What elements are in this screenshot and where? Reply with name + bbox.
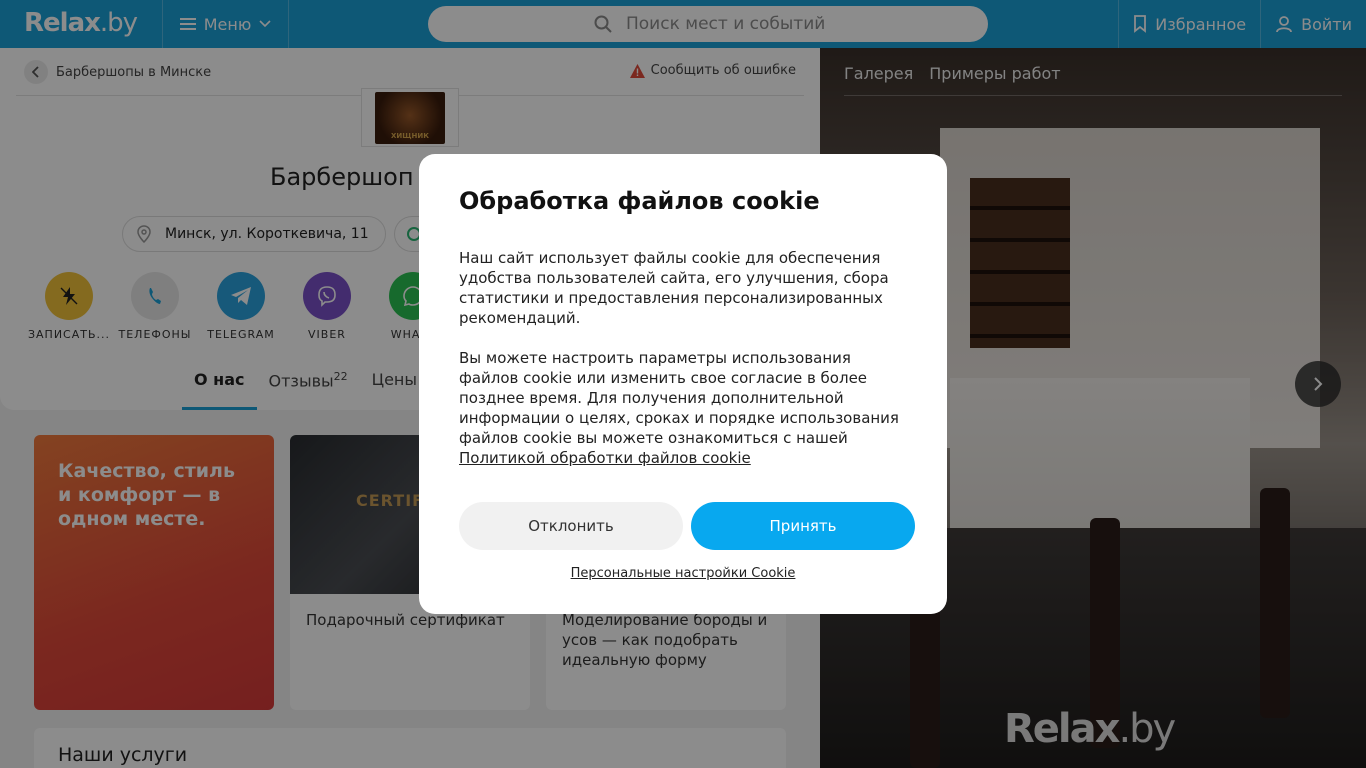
accept-button[interactable]: Принять bbox=[691, 502, 915, 550]
cookie-dialog-title: Обработка файлов cookie bbox=[459, 187, 820, 215]
cookie-consent-dialog: Обработка файлов cookie Наш сайт использ… bbox=[419, 154, 947, 614]
cookie-paragraph-text: Вы можете настроить параметры использова… bbox=[459, 349, 899, 447]
cookie-buttons: Отклонить Принять bbox=[459, 502, 915, 550]
cookie-paragraph: Наш сайт использует файлы cookie для обе… bbox=[459, 249, 889, 327]
cookie-paragraph: Вы можете настроить параметры использова… bbox=[459, 348, 907, 468]
cookie-policy-link[interactable]: Политикой обработки файлов cookie bbox=[459, 449, 751, 467]
decline-button[interactable]: Отклонить bbox=[459, 502, 683, 550]
cookie-dialog-body: Наш сайт использует файлы cookie для обе… bbox=[459, 248, 907, 468]
personal-cookie-settings-link[interactable]: Персональные настройки Cookie bbox=[419, 566, 947, 581]
